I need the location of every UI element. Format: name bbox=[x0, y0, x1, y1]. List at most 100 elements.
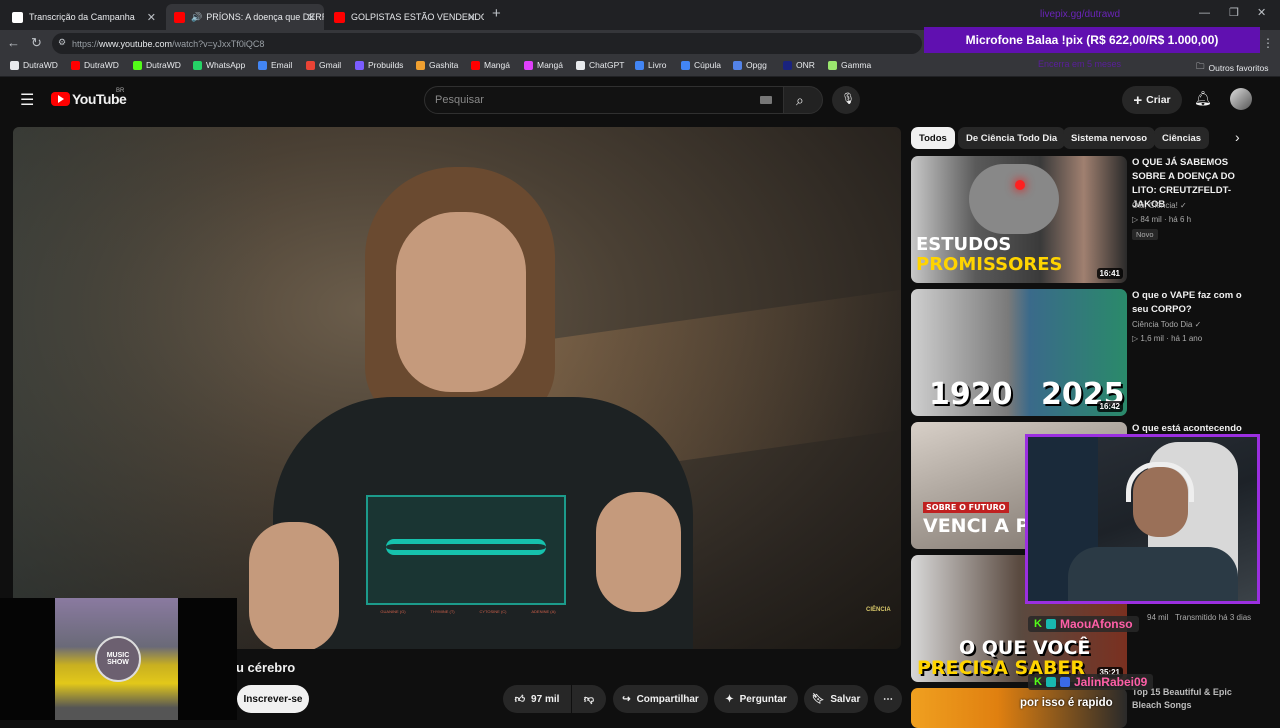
close-icon[interactable]: ✕ bbox=[467, 11, 476, 24]
presenter-face bbox=[396, 212, 526, 392]
bookmark-favicon-icon bbox=[133, 60, 142, 70]
bookmark-favicon-icon bbox=[681, 60, 690, 70]
restore-icon[interactable]: ❐ bbox=[1229, 6, 1239, 19]
thumb-text: ESTUDOS bbox=[916, 234, 1012, 255]
ask-button[interactable]: ✦ Perguntar bbox=[714, 685, 798, 713]
presenter-right-hand bbox=[596, 492, 681, 612]
thumbs-up-icon: 👍︎ bbox=[514, 694, 526, 705]
share-button[interactable]: ↪ Compartilhar bbox=[613, 685, 708, 713]
bookmark-item[interactable]: ChatGPT bbox=[576, 60, 624, 70]
other-favorites[interactable]: 🗀 Outros favoritos bbox=[1196, 61, 1269, 75]
bookmark-icon: 🔖︎ bbox=[811, 693, 825, 705]
other-favorites-label: Outros favoritos bbox=[1208, 63, 1269, 73]
bookmark-favicon-icon bbox=[635, 60, 644, 70]
bookmark-item[interactable]: WhatsApp bbox=[193, 60, 245, 70]
chip-todos[interactable]: Todos bbox=[911, 127, 955, 149]
bookmark-label: WhatsApp bbox=[206, 60, 246, 70]
recommendation-thumbnail[interactable]: ESTUDOS PROMISSORES 16:41 bbox=[911, 156, 1127, 283]
search-button[interactable]: ⌕ bbox=[783, 86, 823, 114]
close-icon[interactable]: ✕ bbox=[147, 11, 156, 24]
tab-golpistas[interactable]: GOLPISTAS ESTÃO VENDENDO FI ✕ bbox=[326, 4, 484, 30]
like-button[interactable]: 👍︎ 97 mil bbox=[503, 685, 571, 713]
bookmark-label: DutraWD bbox=[84, 60, 119, 70]
bookmark-label: Livro bbox=[648, 60, 667, 70]
menu-icon[interactable]: ☰ bbox=[20, 90, 34, 110]
video-title: u cérebro bbox=[236, 660, 296, 675]
bookmark-item[interactable]: DutraWD bbox=[10, 60, 58, 70]
keyboard-icon[interactable] bbox=[760, 96, 772, 104]
sparkle-icon: ✦ bbox=[725, 693, 734, 705]
chip-label: Ciências bbox=[1162, 132, 1202, 144]
bookmark-item[interactable]: Mangá bbox=[524, 60, 563, 70]
speaker-icon[interactable]: 🔊 bbox=[191, 12, 202, 23]
bookmark-label: Email bbox=[271, 60, 293, 70]
tab-transcricao[interactable]: Transcrição da Campanha ✕ bbox=[4, 4, 164, 30]
share-label: Compartilhar bbox=[636, 693, 699, 705]
video-player[interactable]: GUANINE (G) THYMINE (T) CYTOSINE (C) ADE… bbox=[13, 127, 901, 649]
recommendation-meta: 94 mil bbox=[1147, 613, 1169, 622]
close-icon[interactable]: ✕ bbox=[307, 11, 316, 24]
voice-search-button[interactable]: 🎙 bbox=[832, 86, 860, 114]
recommendation-channel[interactable]: Olá, Ciência! ✓ bbox=[1132, 199, 1187, 213]
kick-icon: K bbox=[1034, 676, 1042, 688]
bookmark-item[interactable]: ONR bbox=[783, 60, 815, 70]
browser-menu-icon[interactable]: ⋮ bbox=[1262, 36, 1274, 50]
bookmark-favicon-icon bbox=[306, 60, 315, 70]
avatar[interactable] bbox=[1230, 88, 1252, 110]
thumbs-down-icon: 👎︎ bbox=[583, 694, 595, 705]
bookmark-favicon-icon bbox=[355, 60, 364, 70]
window-close-icon[interactable]: ✕ bbox=[1257, 6, 1266, 19]
bookmark-item[interactable]: Opgg bbox=[733, 60, 767, 70]
shirt-label: CYTOSINE (C) bbox=[479, 609, 507, 614]
bookmark-item[interactable]: Cúpula bbox=[681, 60, 721, 70]
bookmark-item[interactable]: DutraWD bbox=[133, 60, 181, 70]
chip-ciencias[interactable]: Ciências bbox=[1154, 127, 1210, 149]
tab-title: GOLPISTAS ESTÃO VENDENDO FI bbox=[351, 12, 484, 22]
bookmark-item[interactable]: Gamma bbox=[828, 60, 871, 70]
recommendation-title[interactable]: O que o VAPE faz com o seu CORPO? bbox=[1132, 289, 1252, 317]
reload-icon[interactable]: ↻ bbox=[31, 35, 42, 51]
youtube-logo-icon[interactable] bbox=[51, 92, 70, 106]
tab-prions[interactable]: 🔊 PRÍONS: A doença que DERR ✕ bbox=[166, 4, 324, 30]
search-icon: ⌕ bbox=[796, 92, 804, 108]
more-actions-button[interactable]: ⋯ bbox=[874, 685, 902, 713]
chip-label: Todos bbox=[919, 132, 947, 144]
create-button[interactable]: + Criar bbox=[1122, 86, 1182, 114]
site-info-icon[interactable]: ⚙ bbox=[58, 37, 66, 48]
livepix-url: livepix.gg/dutrawd bbox=[1040, 9, 1121, 20]
search-input[interactable]: Pesquisar bbox=[424, 86, 785, 114]
subscribe-button[interactable]: Inscrever-se bbox=[237, 685, 309, 713]
bookmark-item[interactable]: Mangá bbox=[471, 60, 510, 70]
moderator-badge-icon bbox=[1059, 677, 1070, 687]
chevron-right-icon[interactable]: › bbox=[1235, 129, 1240, 145]
video-background bbox=[13, 127, 273, 649]
recommendation-meta: ▷ 1,6 mil · há 1 ano bbox=[1132, 334, 1203, 343]
dislike-button[interactable]: 👎︎ bbox=[572, 685, 606, 713]
chat-message: por isso é rapido bbox=[1020, 697, 1113, 709]
bookmark-label: Cúpula bbox=[694, 60, 721, 70]
save-button[interactable]: 🔖︎ Salvar bbox=[804, 685, 868, 713]
bookmark-item[interactable]: Email bbox=[258, 60, 292, 70]
chip-ciencia-todo-dia[interactable]: De Ciência Todo Dia bbox=[958, 127, 1066, 149]
folder-icon: 🗀 bbox=[1196, 61, 1205, 71]
bookmark-item[interactable]: Gashita bbox=[416, 60, 458, 70]
chip-sistema-nervoso[interactable]: Sistema nervoso bbox=[1063, 127, 1156, 149]
thumb-text: 1920 bbox=[929, 377, 1013, 412]
new-tab-icon[interactable]: + bbox=[492, 5, 501, 22]
bookmark-favicon-icon bbox=[193, 60, 202, 70]
recommendation-channel[interactable]: Ciência Todo Dia ✓ bbox=[1132, 318, 1201, 332]
new-badge: Novo bbox=[1132, 229, 1158, 240]
bookmark-label: DutraWD bbox=[23, 60, 58, 70]
url-field[interactable]: ⚙ https://www.youtube.com/watch?v=yJxxTf… bbox=[52, 33, 922, 54]
bookmark-item[interactable]: Livro bbox=[635, 60, 666, 70]
bookmark-favicon-icon bbox=[733, 60, 742, 70]
recommendation-thumbnail[interactable]: 1920 2025 16:42 bbox=[911, 289, 1127, 416]
minimize-icon[interactable]: — bbox=[1199, 7, 1210, 19]
bookmark-item[interactable]: Gmail bbox=[306, 60, 341, 70]
recommendation-meta: ▷ 84 mil · há 6 h bbox=[1132, 215, 1192, 224]
bookmark-item[interactable]: Probuilds bbox=[355, 60, 403, 70]
bookmark-item[interactable]: DutraWD bbox=[71, 60, 119, 70]
notifications-icon[interactable]: 🔔︎ bbox=[1194, 90, 1212, 107]
back-icon[interactable]: ← bbox=[7, 35, 20, 50]
notion-icon bbox=[12, 11, 23, 23]
